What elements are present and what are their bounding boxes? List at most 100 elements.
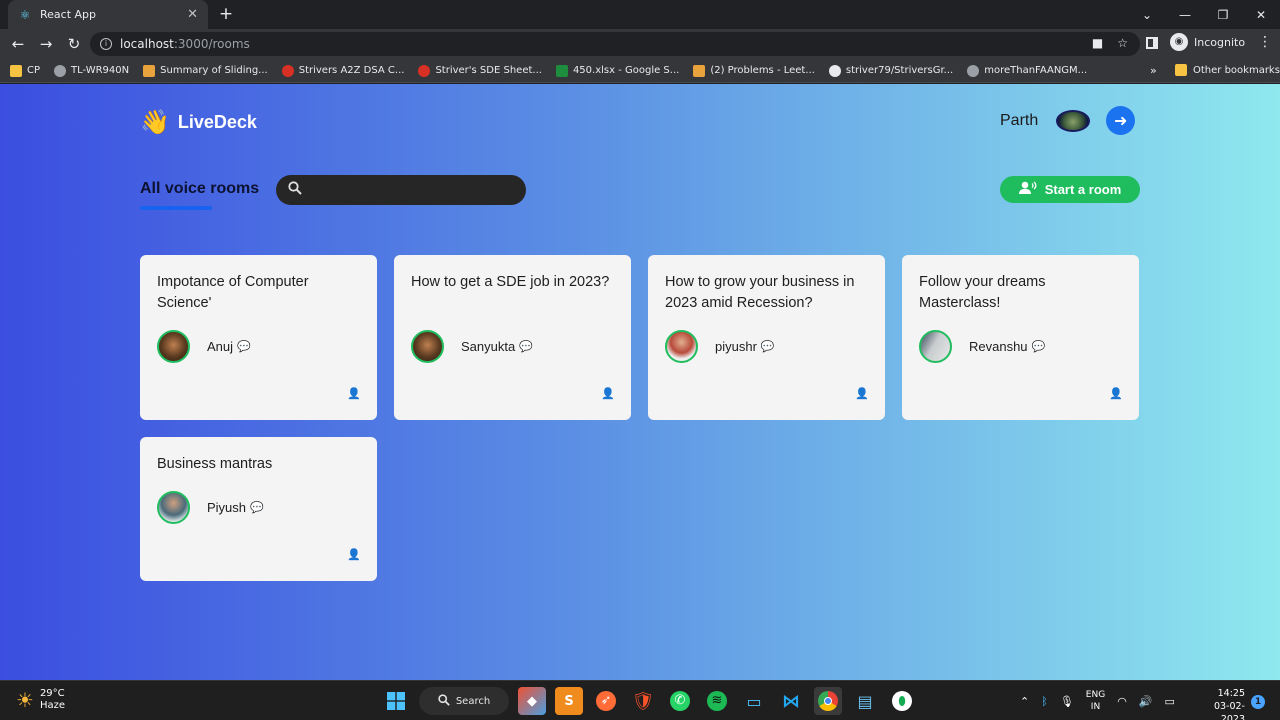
- browser-tab[interactable]: ⚛ React App ✕: [8, 0, 208, 29]
- more-bookmarks-button[interactable]: »: [1150, 64, 1157, 77]
- room-card[interactable]: Impotance of Computer Science' Anuj 💬 👤: [140, 255, 377, 420]
- spotify-icon[interactable]: ≋: [703, 687, 731, 715]
- bookmark-label: Striver's SDE Sheet...: [435, 65, 542, 76]
- bookmark-item[interactable]: (2) Problems - Leet...: [693, 64, 815, 77]
- reload-icon[interactable]: ↻: [60, 30, 88, 58]
- chevron-up-icon[interactable]: ⌃: [1020, 695, 1029, 708]
- vscode-icon[interactable]: ⋈: [777, 687, 805, 715]
- logout-arrow-icon[interactable]: ➜: [1106, 106, 1136, 135]
- postman-icon[interactable]: ➶: [592, 687, 620, 715]
- close-window-icon[interactable]: ✕: [1242, 0, 1280, 29]
- notepad-icon[interactable]: ▤: [851, 687, 879, 715]
- battery-icon[interactable]: ▭: [1165, 695, 1175, 708]
- tab-search-icon[interactable]: ⌄: [1128, 0, 1166, 29]
- wifi-icon[interactable]: ◠: [1117, 695, 1127, 708]
- maximize-icon[interactable]: ❐: [1204, 0, 1242, 29]
- speaker-avatar: [157, 491, 190, 524]
- weather-condition: Haze: [39, 700, 65, 711]
- chrome-icon[interactable]: [814, 687, 842, 715]
- taskbar-search[interactable]: Search: [419, 687, 509, 715]
- start-room-label: Start a room: [1044, 182, 1122, 197]
- language-indicator[interactable]: ENG IN: [1086, 689, 1105, 713]
- speaker-avatar: [157, 330, 190, 363]
- room-card[interactable]: How to get a SDE job in 2023? Sanyukta 💬…: [394, 255, 631, 420]
- chat-bubble-icon: 💬: [237, 340, 251, 353]
- brave-browser-icon[interactable]: 🛡: [629, 687, 657, 715]
- rooms-grid: Impotance of Computer Science' Anuj 💬 👤 …: [140, 255, 1140, 581]
- rooms-header: All voice rooms Start a room: [140, 174, 1140, 210]
- address-host: localhost: [120, 37, 174, 51]
- speaker-avatar: [919, 330, 952, 363]
- bookmark-item[interactable]: Summary of Sliding...: [143, 64, 268, 77]
- chat-bubble-icon: 💬: [1031, 340, 1046, 353]
- incognito-label: Incognito: [1194, 35, 1246, 49]
- system-tray: ⌃ ᛒ 🎙 ENG IN ◠ 🔊 ▭: [1020, 689, 1175, 713]
- globe-icon: [54, 64, 67, 77]
- bookmarks-bar: CP TL-WR940N Summary of Sliding... Striv…: [0, 59, 1280, 83]
- search-box[interactable]: [276, 175, 526, 205]
- speaker-name: piyushr: [715, 339, 757, 354]
- site-info-icon[interactable]: i: [100, 38, 112, 50]
- back-icon[interactable]: ←: [4, 30, 32, 58]
- bookmark-item[interactable]: moreThanFAANGM...: [967, 64, 1088, 77]
- bluetooth-icon[interactable]: ᛒ: [1041, 695, 1048, 708]
- speaker-name: Anuj: [207, 339, 234, 354]
- bookmark-item[interactable]: 450.xlsx - Google S...: [555, 64, 679, 77]
- bookmark-label: TL-WR940N: [71, 65, 130, 76]
- chat-bubble-icon: 💬: [519, 340, 533, 353]
- room-topic: How to get a SDE job in 2023?: [411, 274, 610, 290]
- volume-icon[interactable]: 🔊: [1139, 695, 1153, 708]
- bookmark-item[interactable]: Striver's SDE Sheet...: [418, 64, 542, 77]
- brand-name: LiveDeck: [177, 111, 257, 132]
- git-app-icon[interactable]: ◆: [518, 687, 546, 715]
- folder-icon: [1175, 64, 1187, 76]
- windows-start-icon[interactable]: [382, 687, 410, 715]
- new-tab-icon[interactable]: +: [216, 4, 236, 24]
- whatsapp-icon[interactable]: ✆: [666, 687, 694, 715]
- room-card[interactable]: Follow your dreams Masterclass! Revanshu…: [902, 255, 1139, 420]
- other-bookmarks[interactable]: Other bookmarks: [1175, 64, 1280, 76]
- weather-widget[interactable]: ☀ 29°C Haze: [16, 688, 65, 712]
- room-topic: Impotance of Computer Science': [157, 274, 309, 311]
- close-tab-icon[interactable]: ✕: [187, 7, 198, 22]
- person-icon: 👤: [347, 548, 361, 561]
- incognito-indicator[interactable]: ◉ Incognito: [1170, 33, 1245, 51]
- bookmark-star-icon[interactable]: ☆: [1117, 36, 1128, 50]
- app-page: 👋 LiveDeck Parth ➜ All voice rooms Start…: [0, 84, 1280, 680]
- brand-logo[interactable]: 👋 LiveDeck: [140, 108, 257, 136]
- github-icon: [828, 64, 841, 77]
- side-panel-icon[interactable]: [1146, 37, 1158, 49]
- person-icon: 👤: [601, 387, 615, 400]
- clock[interactable]: 14:25 03-02-2023: [1193, 687, 1245, 720]
- bookmark-label: (2) Problems - Leet...: [710, 65, 815, 76]
- person-icon: 👤: [1109, 387, 1123, 400]
- bookmark-label: moreThanFAANGM...: [984, 65, 1088, 76]
- desktop-icon[interactable]: ▭: [740, 687, 768, 715]
- sublime-text-icon[interactable]: S: [555, 687, 583, 715]
- user-name: Parth: [1000, 111, 1039, 129]
- room-card[interactable]: How to grow your business in 2023 amid R…: [648, 255, 885, 420]
- microphone-icon[interactable]: 🎙: [1060, 695, 1074, 708]
- room-topic: Business mantras: [157, 456, 273, 472]
- mongodb-compass-icon[interactable]: ⬮: [888, 687, 916, 715]
- taskbar-search-label: Search: [455, 695, 491, 707]
- camera-icon[interactable]: ■: [1092, 36, 1103, 50]
- user-avatar[interactable]: [1056, 109, 1091, 132]
- globe-icon: [967, 64, 980, 77]
- add-speaker-icon: [1018, 181, 1037, 198]
- minimize-icon[interactable]: —: [1166, 0, 1204, 29]
- forward-icon[interactable]: →: [32, 30, 60, 58]
- bookmark-item[interactable]: TL-WR940N: [54, 64, 130, 77]
- search-input[interactable]: [310, 182, 510, 198]
- page-title: All voice rooms: [140, 180, 260, 197]
- room-speaker: Sanyukta 💬: [411, 330, 533, 363]
- address-bar[interactable]: i localhost:3000/rooms ■ ☆: [90, 32, 1140, 56]
- room-card[interactable]: Business mantras Piyush 💬 👤: [140, 437, 377, 581]
- browser-menu-icon[interactable]: ⋮: [1258, 34, 1272, 50]
- start-room-button[interactable]: Start a room: [1000, 176, 1140, 203]
- room-topic: How to grow your business in 2023 amid R…: [665, 274, 855, 311]
- bookmark-item[interactable]: CP: [10, 64, 40, 77]
- bookmark-item[interactable]: striver79/StriversGr...: [828, 64, 953, 77]
- bookmark-item[interactable]: Strivers A2Z DSA C...: [281, 64, 404, 77]
- notification-badge[interactable]: 1: [1251, 695, 1265, 709]
